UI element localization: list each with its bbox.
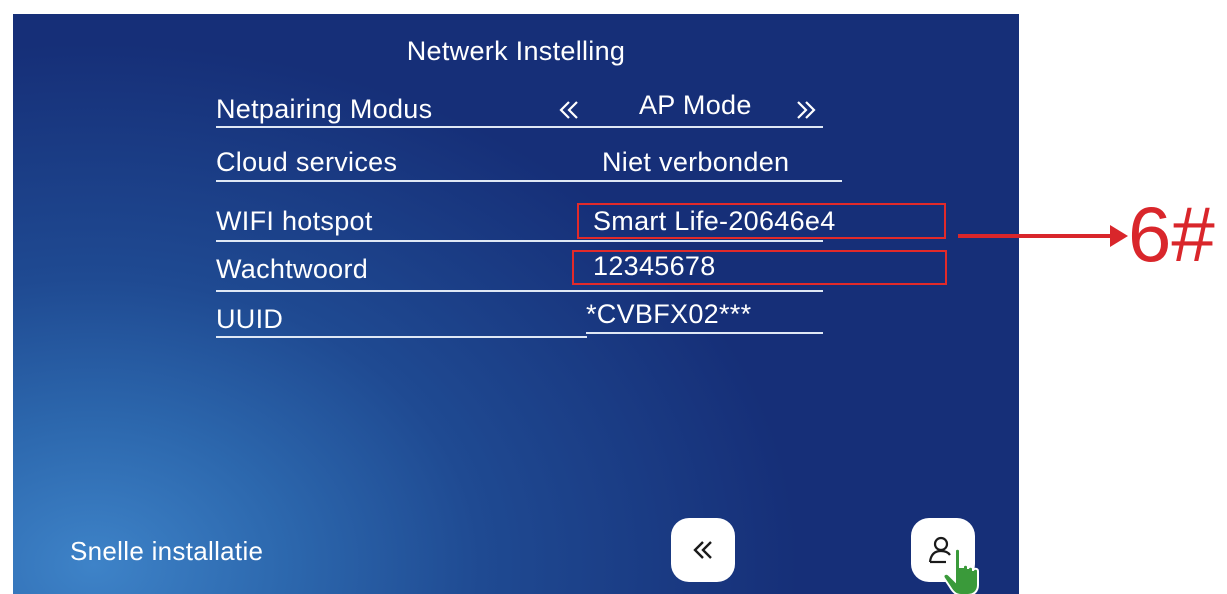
row-underline	[586, 332, 823, 334]
quick-install-label[interactable]: Snelle installatie	[70, 536, 263, 567]
chevron-double-left-icon	[690, 537, 716, 563]
hand-pointer-icon	[941, 547, 985, 594]
password-label: Wachtwoord	[216, 254, 369, 284]
page-title: Netwerk Instelling	[406, 36, 626, 66]
annotation-arrow-line	[958, 234, 1118, 238]
row-underline	[216, 290, 823, 292]
uuid-label[interactable]: UUID	[216, 304, 283, 335]
annotation-arrow-head	[1110, 225, 1128, 247]
netpairing-mode-value: AP Mode	[639, 90, 752, 120]
row-underline	[216, 240, 823, 242]
network-settings-screen: Netwerk Instelling Netpairing Modus AP M…	[13, 14, 1019, 594]
chevron-double-left-icon[interactable]	[556, 97, 582, 123]
row-underline	[216, 336, 587, 338]
uuid-value: *CVBFX02***	[586, 299, 752, 329]
wifi-hotspot-highlight-box	[577, 203, 946, 239]
row-underline	[216, 180, 842, 182]
annotation-step-label: 6#	[1128, 190, 1215, 278]
back-button[interactable]	[671, 518, 735, 582]
row-underline	[216, 126, 823, 128]
cloud-services-label[interactable]: Cloud services	[216, 147, 397, 178]
chevron-double-right-icon[interactable]	[793, 97, 819, 123]
password-highlight-box	[572, 250, 947, 285]
netpairing-mode-label[interactable]: Netpairing Modus	[216, 94, 432, 125]
cloud-services-value: Niet verbonden	[602, 147, 790, 177]
wifi-hotspot-label: WIFI hotspot	[216, 206, 373, 236]
